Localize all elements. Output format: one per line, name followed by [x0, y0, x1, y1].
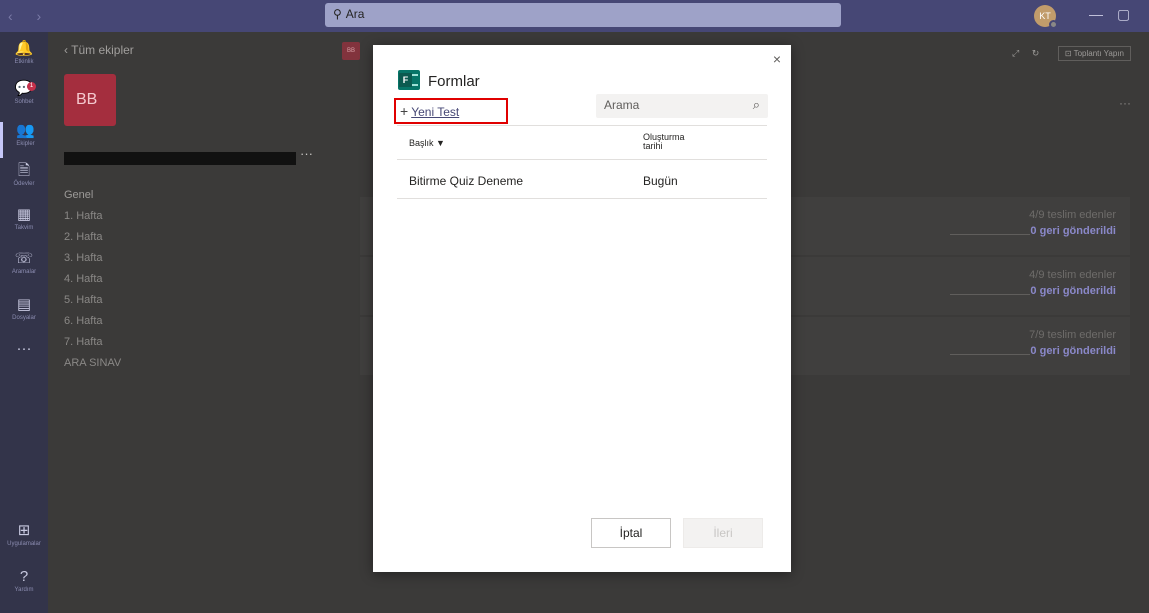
rail-label: Yardım: [14, 587, 34, 593]
progress-track: [950, 294, 1030, 295]
rail-label: Ekipler: [16, 141, 35, 147]
form-row-created: Bugün: [643, 174, 678, 188]
forms-search-input[interactable]: Arama ⌕: [596, 94, 768, 118]
submitted-count: 4/9 teslim edenler: [1029, 209, 1116, 221]
forms-search-placeholder: Arama: [604, 98, 640, 112]
back-to-all-teams-link[interactable]: ‹ Tüm ekipler: [64, 43, 134, 57]
new-test-button[interactable]: + Yeni Test: [394, 98, 508, 124]
assignment-status: 4/9 teslim edenler 0 geri gönderildi: [1029, 269, 1116, 297]
rail-label: Etkinlik: [14, 59, 34, 65]
refresh-icon[interactable]: ↻: [1032, 48, 1040, 58]
forms-app-icon: F: [398, 70, 420, 90]
divider: [397, 198, 767, 199]
minimize-button[interactable]: —: [1089, 6, 1103, 22]
team-more-options-button[interactable]: ···: [300, 146, 313, 161]
forms-letter-icon: F: [399, 73, 412, 87]
rail-label: Sohbet: [14, 99, 34, 105]
apps-icon: ⊞: [17, 522, 31, 539]
more-icon: ···: [16, 340, 32, 357]
team-avatar: BB: [64, 74, 116, 126]
submitted-count: 4/9 teslim edenler: [1029, 269, 1116, 281]
rail-label: Uygulamalar: [7, 541, 41, 547]
assignments-icon: 🗎: [17, 162, 31, 179]
divider: [397, 159, 767, 160]
column-header-created[interactable]: Oluşturma tarihi: [643, 133, 685, 151]
dialog-title: Formlar: [428, 73, 480, 90]
app-rail: 🔔 Etkinlik 💬 1 Sohbet 👥 Ekipler 🗎 Ödevle…: [0, 32, 48, 613]
maximize-button[interactable]: ▢: [1117, 6, 1130, 23]
rail-item-apps[interactable]: ⊞ Uygulamalar: [0, 522, 48, 558]
close-dialog-button[interactable]: ×: [773, 51, 781, 67]
rail-label: Takvim: [14, 225, 34, 231]
channel-item-hafta-6[interactable]: 6. Hafta: [48, 311, 324, 332]
help-icon: ?: [19, 568, 29, 585]
rail-item-help[interactable]: ? Yardım: [0, 568, 48, 604]
returned-count: 0 geri gönderildi: [1030, 285, 1116, 297]
channel-item-genel[interactable]: Genel: [48, 185, 324, 206]
team-panel: ‹ Tüm ekipler BB ··· Genel 1. Hafta 2. H…: [48, 32, 324, 613]
rail-label: Ödevler: [13, 181, 35, 187]
channel-item-hafta-4[interactable]: 4. Hafta: [48, 269, 324, 290]
submitted-count: 7/9 teslim edenler: [1029, 329, 1116, 341]
progress-track: [950, 234, 1030, 235]
rail-item-files[interactable]: ▤ Dosyalar: [0, 296, 48, 332]
returned-count: 0 geri gönderildi: [1030, 345, 1116, 357]
header-actions: ⤢ ↻ ⊡ Toplantı Yapın: [1012, 46, 1131, 61]
rail-item-chat[interactable]: 💬 1 Sohbet: [0, 80, 48, 116]
files-icon: ▤: [16, 296, 32, 313]
search-icon: ⚲: [333, 7, 342, 21]
channel-item-hafta-3[interactable]: 3. Hafta: [48, 248, 324, 269]
user-initials: KT: [1039, 11, 1051, 21]
form-row-title[interactable]: Bitirme Quiz Deneme: [409, 174, 523, 188]
assignment-status: 4/9 teslim edenler 0 geri gönderildi: [1029, 209, 1116, 237]
channel-item-hafta-5[interactable]: 5. Hafta: [48, 290, 324, 311]
bell-icon: 🔔: [14, 40, 34, 57]
global-search-placeholder: Ara: [345, 7, 365, 21]
forms-dialog: × F Formlar + Yeni Test Arama ⌕ Başlık ▼ …: [373, 45, 791, 572]
presence-status-icon: [1049, 20, 1058, 29]
cancel-button[interactable]: İptal: [591, 518, 671, 548]
plus-icon: +: [400, 103, 409, 119]
channel-badge: BB: [342, 42, 360, 60]
phone-icon: ☏: [14, 250, 34, 267]
rail-label: Aramalar: [11, 269, 37, 275]
returned-count: 0 geri gönderildi: [1030, 225, 1116, 237]
next-button[interactable]: İleri: [683, 518, 763, 548]
teams-icon: 👥: [16, 122, 35, 139]
rail-label: Dosyalar: [12, 315, 36, 321]
divider: [397, 125, 767, 126]
column-header-title[interactable]: Başlık ▼: [409, 138, 445, 148]
rail-item-assignments[interactable]: 🗎 Ödevler: [0, 162, 48, 198]
progress-track: [950, 354, 1030, 355]
calendar-icon: ▦: [16, 206, 32, 223]
global-search-input[interactable]: ⚲ Ara: [325, 3, 841, 27]
channel-item-hafta-1[interactable]: 1. Hafta: [48, 206, 324, 227]
new-test-label: Yeni Test: [411, 105, 460, 119]
forms-bars-icon: [412, 74, 418, 86]
channel-item-hafta-2[interactable]: 2. Hafta: [48, 227, 324, 248]
channel-item-ara-sinav[interactable]: ARA SINAV: [48, 353, 324, 374]
team-name-redacted: [64, 152, 296, 165]
search-icon: ⌕: [752, 97, 760, 112]
rail-item-activity[interactable]: 🔔 Etkinlik: [0, 40, 48, 76]
user-avatar[interactable]: KT: [1034, 5, 1058, 29]
rail-item-teams[interactable]: 👥 Ekipler: [0, 122, 48, 158]
column-header-created-line2: tarihi: [643, 141, 663, 151]
nav-arrows[interactable]: ‹ ›: [8, 8, 51, 24]
title-bar: ‹ › ⚲ Ara KT — ▢: [0, 0, 1149, 32]
more-options-button[interactable]: ···: [1119, 96, 1131, 110]
meet-now-button[interactable]: ⊡ Toplantı Yapın: [1057, 46, 1131, 61]
expand-icon[interactable]: ⤢: [1012, 48, 1019, 58]
rail-item-more[interactable]: ···: [0, 340, 48, 376]
assignment-status: 7/9 teslim edenler 0 geri gönderildi: [1029, 329, 1116, 357]
rail-item-calendar[interactable]: ▦ Takvim: [0, 206, 48, 242]
chat-icon: 💬: [14, 80, 34, 97]
unread-badge: 1: [27, 82, 36, 91]
channel-item-hafta-7[interactable]: 7. Hafta: [48, 332, 324, 353]
rail-item-calls[interactable]: ☏ Aramalar: [0, 250, 48, 286]
